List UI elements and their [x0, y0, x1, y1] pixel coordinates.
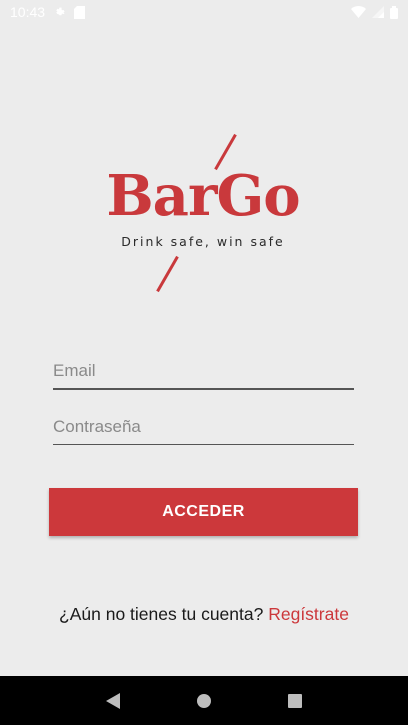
signup-line: ¿Aún no tienes tu cuenta? Regístrate — [0, 604, 408, 625]
status-left: 10:43 — [10, 4, 86, 20]
settings-icon — [53, 6, 66, 19]
login-button[interactable]: ACCEDER — [49, 488, 358, 536]
sd-card-icon — [74, 5, 86, 19]
signup-prompt: ¿Aún no tienes tu cuenta? — [59, 604, 264, 624]
recents-icon[interactable] — [283, 689, 307, 713]
status-bar: 10:43 — [0, 0, 408, 24]
bargo-logo: BarGo Drink safe, win safe — [98, 130, 308, 295]
signup-link[interactable]: Regístrate — [268, 604, 349, 624]
navigation-bar — [0, 676, 408, 725]
logo-slash-bottom — [156, 255, 179, 293]
email-field[interactable] — [53, 358, 354, 390]
wifi-icon — [351, 6, 366, 18]
logo-title: BarGo — [106, 163, 300, 229]
battery-icon — [390, 5, 398, 19]
password-field[interactable] — [53, 413, 354, 445]
back-icon[interactable] — [101, 689, 125, 713]
status-time: 10:43 — [10, 4, 46, 20]
status-right — [351, 5, 398, 19]
home-icon[interactable] — [192, 689, 216, 713]
signal-icon — [372, 6, 384, 18]
logo-tagline: Drink safe, win safe — [121, 234, 285, 249]
